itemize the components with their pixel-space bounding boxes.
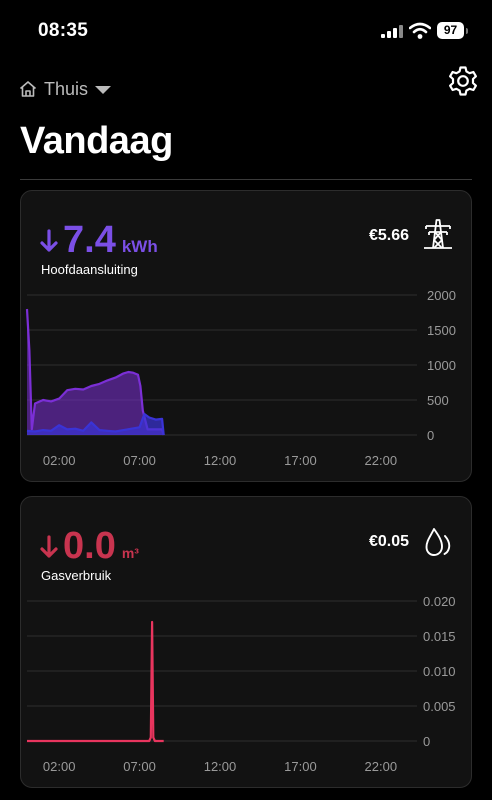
x-tick-label: 22:00 xyxy=(365,759,398,774)
status-time: 08:35 xyxy=(38,20,89,41)
x-tick-label: 02:00 xyxy=(43,759,76,774)
y-tick-label: 1500 xyxy=(427,323,456,338)
x-tick-label: 17:00 xyxy=(284,759,317,774)
x-tick-label: 17:00 xyxy=(284,453,317,468)
gas-card[interactable]: 0.0 m³ Gasverbruik €0.05 0.020 0.015 0.010… xyxy=(20,496,472,788)
y-tick-label: 1000 xyxy=(427,358,456,373)
y-tick-label: 0 xyxy=(427,428,434,443)
y-tick-label: 500 xyxy=(427,393,449,408)
gear-icon[interactable] xyxy=(446,64,480,98)
y-tick-label: 0.020 xyxy=(423,594,456,609)
x-tick-label: 02:00 xyxy=(43,453,76,468)
battery-nub xyxy=(466,28,468,34)
signal-icon xyxy=(381,25,403,38)
x-tick-label: 22:00 xyxy=(365,453,398,468)
header-divider xyxy=(20,179,472,180)
y-tick-label: 2000 xyxy=(427,288,456,303)
battery-icon: 97 xyxy=(437,22,464,39)
status-bar: 08:35 97 xyxy=(0,0,492,60)
x-tick-label: 12:00 xyxy=(204,759,237,774)
home-selector[interactable]: Thuis xyxy=(18,77,112,101)
wifi-icon xyxy=(409,22,431,39)
x-tick-label: 07:00 xyxy=(123,759,156,774)
electricity-chart: 2000 1500 1000 500 0 02:00 07:00 12:00 17:00 22:0… xyxy=(25,288,456,468)
home-label: Thuis xyxy=(44,78,89,99)
y-tick-label: 0.005 xyxy=(423,699,456,714)
electricity-card[interactable]: 7.4 kWh Hoofdaansluiting €5.66 2000 1500 1… xyxy=(20,190,472,482)
gas-series-line xyxy=(27,620,164,743)
y-tick-label: 0 xyxy=(423,734,430,749)
x-tick-label: 07:00 xyxy=(123,453,156,468)
dropdown-caret-icon xyxy=(95,86,112,94)
y-tick-label: 0.010 xyxy=(423,664,456,679)
home-icon xyxy=(19,81,37,97)
y-tick-label: 0.015 xyxy=(423,629,456,644)
x-tick-label: 12:00 xyxy=(204,453,237,468)
page-title: Vandaag xyxy=(20,120,173,162)
gas-chart: 0.020 0.015 0.010 0.005 0 02:00 07:00 12:00 17:0… xyxy=(27,594,456,774)
